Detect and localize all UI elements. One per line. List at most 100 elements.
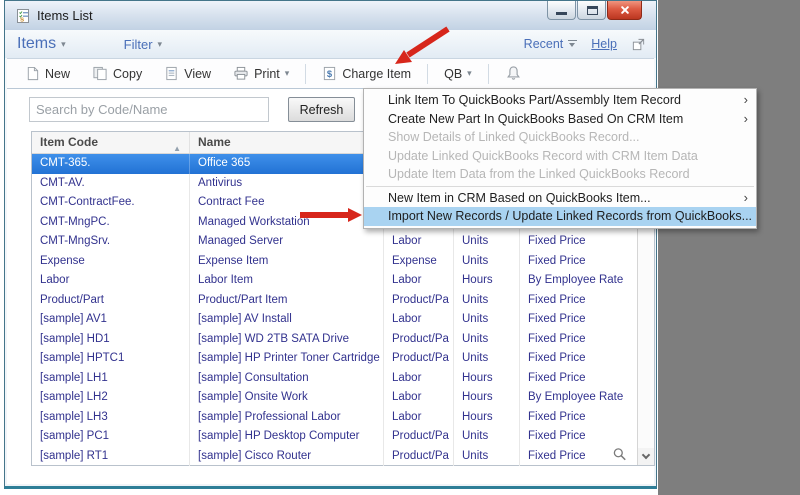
cell-name: [sample] Consultation <box>190 369 384 389</box>
print-dropdown-caret-icon: ▾ <box>285 69 290 78</box>
refresh-button[interactable]: Refresh <box>288 97 355 122</box>
filter-menu-label: Filter <box>124 37 153 52</box>
help-link[interactable]: Help <box>591 37 617 51</box>
table-row[interactable]: [sample] AV1 [sample] AV Install Labor U… <box>32 310 637 330</box>
cell-item-code: CMT-MngPC. <box>32 213 190 233</box>
cell-name: [sample] Onsite Work <box>190 388 384 408</box>
cell-price: Fixed Price <box>520 232 637 252</box>
scrollbar-down-button[interactable] <box>638 448 654 465</box>
qb-button[interactable]: QB ▾ <box>436 63 480 85</box>
print-button[interactable]: Print ▾ <box>225 62 297 85</box>
cell-item-code: [sample] HD1 <box>32 330 190 350</box>
qb-menu-item[interactable]: Link Item To QuickBooks Part/Assembly It… <box>364 91 756 110</box>
cell-name: Expense Item <box>190 252 384 272</box>
cell-name: Managed Workstation <box>190 213 384 233</box>
cell-name: Managed Server <box>190 232 384 252</box>
cell-type: Product/Pa <box>384 447 454 467</box>
qb-menu-item[interactable]: Update Item Data from the Linked QuickBo… <box>364 165 756 184</box>
new-button[interactable]: New <box>17 62 78 85</box>
cell-item-code: CMT-365. <box>32 154 190 174</box>
maximize-button[interactable] <box>577 1 606 20</box>
items-menu[interactable]: Items ▾ <box>17 35 66 53</box>
cell-uom: Hours <box>454 271 520 291</box>
cell-name: Labor Item <box>190 271 384 291</box>
cell-uom: Units <box>454 427 520 447</box>
recent-menu[interactable]: Recent <box>524 37 578 51</box>
cell-name: Office 365 <box>190 154 384 174</box>
qb-menu-item[interactable]: Import New Records / Update Linked Recor… <box>364 207 756 226</box>
table-row[interactable]: Product/Part Product/Part Item Product/P… <box>32 291 637 311</box>
cell-item-code: [sample] LH3 <box>32 408 190 428</box>
qb-menu-item[interactable]: Create New Part In QuickBooks Based On C… <box>364 110 756 129</box>
cell-item-code: [sample] PC1 <box>32 427 190 447</box>
header-name[interactable]: Name <box>190 132 384 153</box>
cell-name: [sample] WD 2TB SATA Drive <box>190 330 384 350</box>
header-item-code[interactable]: Item Code ▲ <box>32 132 190 153</box>
cell-uom: Units <box>454 330 520 350</box>
close-button[interactable] <box>607 1 642 20</box>
notifications-button[interactable] <box>497 61 530 86</box>
cell-item-code: CMT-MngSrv. <box>32 232 190 252</box>
header-item-code-label: Item Code <box>40 135 98 149</box>
view-button[interactable]: View <box>156 62 219 85</box>
header-name-label: Name <box>198 135 231 149</box>
print-button-label: Print <box>254 67 280 81</box>
charge-item-button[interactable]: $ Charge Item <box>314 62 419 85</box>
cell-item-code: CMT-AV. <box>32 174 190 194</box>
cell-name: Product/Part Item <box>190 291 384 311</box>
qb-menu-item-label: New Item in CRM Based on QuickBooks Item… <box>388 191 651 205</box>
cell-uom: Units <box>454 310 520 330</box>
table-row[interactable]: [sample] RT1 [sample] Cisco Router Produ… <box>32 447 637 467</box>
table-row[interactable]: [sample] HD1 [sample] WD 2TB SATA Drive … <box>32 330 637 350</box>
cell-uom: Units <box>454 349 520 369</box>
qb-menu-item[interactable]: Show Details of Linked QuickBooks Record… <box>364 128 756 147</box>
cell-price: Fixed Price <box>520 349 637 369</box>
toolbar-separator <box>488 64 489 84</box>
cell-name: [sample] Cisco Router <box>190 447 384 467</box>
table-row[interactable]: [sample] LH3 [sample] Professional Labor… <box>32 408 637 428</box>
popout-window-button[interactable] <box>631 37 646 52</box>
qb-button-label: QB <box>444 67 462 81</box>
search-input[interactable] <box>29 97 269 122</box>
table-row[interactable]: Labor Labor Item Labor Hours By Employee… <box>32 271 637 291</box>
qb-menu-item[interactable]: New Item in CRM Based on QuickBooks Item… <box>364 189 756 208</box>
caret-down-icon: ▾ <box>158 40 163 49</box>
bell-icon <box>505 65 522 82</box>
table-row[interactable]: CMT-MngSrv. Managed Server Labor Units F… <box>32 232 637 252</box>
table-row[interactable]: [sample] LH1 [sample] Consultation Labor… <box>32 369 637 389</box>
recent-list-icon <box>568 40 577 48</box>
cell-item-code: [sample] RT1 <box>32 447 190 467</box>
view-button-label: View <box>184 67 211 81</box>
cell-type: Labor <box>384 369 454 389</box>
table-row[interactable]: Expense Expense Item Expense Units Fixed… <box>32 252 637 272</box>
new-button-label: New <box>45 67 70 81</box>
qb-menu-item-label: Link Item To QuickBooks Part/Assembly It… <box>388 93 681 107</box>
cell-type: Labor <box>384 310 454 330</box>
cell-item-code: [sample] LH2 <box>32 388 190 408</box>
charge-dollar-icon: $ <box>322 66 337 81</box>
minimize-button[interactable] <box>547 1 576 20</box>
cell-name: [sample] HP Desktop Computer <box>190 427 384 447</box>
filter-menu[interactable]: Filter ▾ <box>124 37 162 52</box>
view-document-icon <box>164 66 179 81</box>
copy-button-label: Copy <box>113 67 142 81</box>
cell-type: Product/Pa <box>384 349 454 369</box>
svg-text:s: s <box>20 14 24 23</box>
cell-uom: Units <box>454 232 520 252</box>
cell-price: By Employee Rate <box>520 271 637 291</box>
table-row[interactable]: [sample] HPTC1 [sample] HP Printer Toner… <box>32 349 637 369</box>
titlebar[interactable]: s Items List <box>5 1 656 30</box>
menubar-right-group: Recent Help <box>524 37 646 52</box>
table-row[interactable]: [sample] LH2 [sample] Onsite Work Labor … <box>32 388 637 408</box>
cell-item-code: Labor <box>32 271 190 291</box>
cell-item-code: [sample] AV1 <box>32 310 190 330</box>
qb-menu-item[interactable]: Update Linked QuickBooks Record with CRM… <box>364 147 756 166</box>
maximize-icon <box>587 6 598 15</box>
cell-price: Fixed Price <box>520 408 637 428</box>
table-row[interactable]: [sample] PC1 [sample] HP Desktop Compute… <box>32 427 637 447</box>
cell-item-code: Product/Part <box>32 291 190 311</box>
search-in-list-button[interactable] <box>612 447 628 462</box>
cell-uom: Hours <box>454 408 520 428</box>
copy-button[interactable]: Copy <box>84 62 150 85</box>
copy-icon <box>92 66 108 81</box>
